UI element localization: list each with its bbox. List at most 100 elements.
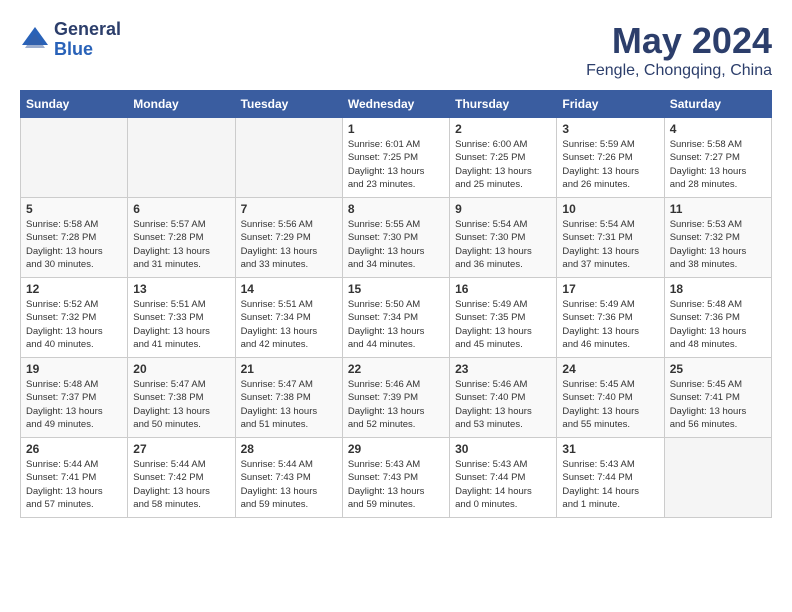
day-number: 18 [670,282,766,296]
day-number: 2 [455,122,551,136]
day-info: Sunrise: 5:58 AM Sunset: 7:27 PM Dayligh… [670,138,766,191]
day-info: Sunrise: 5:49 AM Sunset: 7:36 PM Dayligh… [562,298,658,351]
day-number: 4 [670,122,766,136]
calendar-week-row: 1 Sunrise: 6:01 AM Sunset: 7:25 PM Daylig… [21,118,772,198]
day-number: 16 [455,282,551,296]
day-info: Sunrise: 5:55 AM Sunset: 7:30 PM Dayligh… [348,218,444,271]
day-info: Sunrise: 5:43 AM Sunset: 7:44 PM Dayligh… [455,458,551,511]
day-number: 12 [26,282,122,296]
day-info: Sunrise: 5:51 AM Sunset: 7:33 PM Dayligh… [133,298,229,351]
day-number: 17 [562,282,658,296]
calendar-day-cell: 9 Sunrise: 5:54 AM Sunset: 7:30 PM Daylig… [450,198,557,278]
day-info: Sunrise: 5:44 AM Sunset: 7:41 PM Dayligh… [26,458,122,511]
calendar-day-cell: 6 Sunrise: 5:57 AM Sunset: 7:28 PM Daylig… [128,198,235,278]
calendar-day-cell: 3 Sunrise: 5:59 AM Sunset: 7:26 PM Daylig… [557,118,664,198]
calendar-day-cell: 21Sunrise: 5:47 AM Sunset: 7:38 PM Dayli… [235,358,342,438]
day-number: 24 [562,362,658,376]
page-header: General Blue May 2024 Fengle, Chongqing,… [20,20,772,80]
day-number: 23 [455,362,551,376]
calendar-day-cell: 17 Sunrise: 5:49 AM Sunset: 7:36 PM Dayli… [557,278,664,358]
calendar-week-row: 5 Sunrise: 5:58 AM Sunset: 7:28 PM Daylig… [21,198,772,278]
day-number: 1 [348,122,444,136]
calendar-day-cell [21,118,128,198]
day-number: 26 [26,442,122,456]
calendar-day-cell [664,438,771,518]
day-number: 19 [26,362,122,376]
day-number: 6 [133,202,229,216]
day-info: Sunrise: 5:57 AM Sunset: 7:28 PM Dayligh… [133,218,229,271]
day-number: 5 [26,202,122,216]
day-number: 14 [241,282,337,296]
calendar-day-cell [235,118,342,198]
weekday-header-row: SundayMondayTuesdayWednesdayThursdayFrid… [21,91,772,118]
day-info: Sunrise: 5:48 AM Sunset: 7:37 PM Dayligh… [26,378,122,431]
logo-text: General Blue [54,20,121,60]
calendar-day-cell: 25Sunrise: 5:45 AM Sunset: 7:41 PM Dayli… [664,358,771,438]
weekday-header-cell: Wednesday [342,91,449,118]
calendar-day-cell: 22 Sunrise: 5:46 AM Sunset: 7:39 PM Dayli… [342,358,449,438]
day-number: 8 [348,202,444,216]
calendar-body: 1 Sunrise: 6:01 AM Sunset: 7:25 PM Daylig… [21,118,772,518]
logo-icon [20,25,50,55]
month-title: May 2024 [586,20,772,62]
calendar-table: SundayMondayTuesdayWednesdayThursdayFrid… [20,90,772,518]
weekday-header-cell: Tuesday [235,91,342,118]
calendar-day-cell: 20Sunrise: 5:47 AM Sunset: 7:38 PM Dayli… [128,358,235,438]
day-number: 28 [241,442,337,456]
day-info: Sunrise: 5:53 AM Sunset: 7:32 PM Dayligh… [670,218,766,271]
calendar-day-cell: 1 Sunrise: 6:01 AM Sunset: 7:25 PM Daylig… [342,118,449,198]
logo-line2: Blue [54,40,121,60]
calendar-day-cell: 26 Sunrise: 5:44 AM Sunset: 7:41 PM Dayli… [21,438,128,518]
day-info: Sunrise: 5:45 AM Sunset: 7:40 PM Dayligh… [562,378,658,431]
calendar-day-cell: 31Sunrise: 5:43 AM Sunset: 7:44 PM Dayli… [557,438,664,518]
weekday-header-cell: Monday [128,91,235,118]
calendar-day-cell: 24 Sunrise: 5:45 AM Sunset: 7:40 PM Dayli… [557,358,664,438]
day-number: 9 [455,202,551,216]
day-info: Sunrise: 5:51 AM Sunset: 7:34 PM Dayligh… [241,298,337,351]
logo: General Blue [20,20,121,60]
day-info: Sunrise: 6:00 AM Sunset: 7:25 PM Dayligh… [455,138,551,191]
calendar-day-cell: 8 Sunrise: 5:55 AM Sunset: 7:30 PM Daylig… [342,198,449,278]
day-info: Sunrise: 5:50 AM Sunset: 7:34 PM Dayligh… [348,298,444,351]
day-info: Sunrise: 5:48 AM Sunset: 7:36 PM Dayligh… [670,298,766,351]
day-info: Sunrise: 5:59 AM Sunset: 7:26 PM Dayligh… [562,138,658,191]
calendar-day-cell: 2 Sunrise: 6:00 AM Sunset: 7:25 PM Daylig… [450,118,557,198]
day-number: 21 [241,362,337,376]
day-info: Sunrise: 5:58 AM Sunset: 7:28 PM Dayligh… [26,218,122,271]
calendar-day-cell: 10Sunrise: 5:54 AM Sunset: 7:31 PM Dayli… [557,198,664,278]
calendar-day-cell: 5 Sunrise: 5:58 AM Sunset: 7:28 PM Daylig… [21,198,128,278]
day-info: Sunrise: 5:44 AM Sunset: 7:42 PM Dayligh… [133,458,229,511]
day-info: Sunrise: 5:46 AM Sunset: 7:40 PM Dayligh… [455,378,551,431]
day-info: Sunrise: 5:47 AM Sunset: 7:38 PM Dayligh… [133,378,229,431]
calendar-week-row: 19 Sunrise: 5:48 AM Sunset: 7:37 PM Dayli… [21,358,772,438]
day-number: 31 [562,442,658,456]
day-number: 29 [348,442,444,456]
day-number: 27 [133,442,229,456]
calendar-day-cell: 19 Sunrise: 5:48 AM Sunset: 7:37 PM Dayli… [21,358,128,438]
day-info: Sunrise: 5:54 AM Sunset: 7:30 PM Dayligh… [455,218,551,271]
calendar-week-row: 12Sunrise: 5:52 AM Sunset: 7:32 PM Dayli… [21,278,772,358]
day-number: 30 [455,442,551,456]
calendar-day-cell: 14 Sunrise: 5:51 AM Sunset: 7:34 PM Dayli… [235,278,342,358]
calendar-day-cell: 7Sunrise: 5:56 AM Sunset: 7:29 PM Daylig… [235,198,342,278]
day-info: Sunrise: 6:01 AM Sunset: 7:25 PM Dayligh… [348,138,444,191]
weekday-header-cell: Saturday [664,91,771,118]
day-number: 3 [562,122,658,136]
calendar-day-cell: 12Sunrise: 5:52 AM Sunset: 7:32 PM Dayli… [21,278,128,358]
day-number: 11 [670,202,766,216]
calendar-day-cell: 4 Sunrise: 5:58 AM Sunset: 7:27 PM Daylig… [664,118,771,198]
title-block: May 2024 Fengle, Chongqing, China [586,20,772,80]
weekday-header-cell: Sunday [21,91,128,118]
day-info: Sunrise: 5:44 AM Sunset: 7:43 PM Dayligh… [241,458,337,511]
weekday-header-cell: Thursday [450,91,557,118]
calendar-week-row: 26 Sunrise: 5:44 AM Sunset: 7:41 PM Dayli… [21,438,772,518]
calendar-day-cell [128,118,235,198]
calendar-day-cell: 28 Sunrise: 5:44 AM Sunset: 7:43 PM Dayli… [235,438,342,518]
calendar-day-cell: 30 Sunrise: 5:43 AM Sunset: 7:44 PM Dayli… [450,438,557,518]
day-info: Sunrise: 5:46 AM Sunset: 7:39 PM Dayligh… [348,378,444,431]
calendar-day-cell: 11 Sunrise: 5:53 AM Sunset: 7:32 PM Dayli… [664,198,771,278]
day-info: Sunrise: 5:43 AM Sunset: 7:43 PM Dayligh… [348,458,444,511]
weekday-header-cell: Friday [557,91,664,118]
day-number: 22 [348,362,444,376]
day-info: Sunrise: 5:49 AM Sunset: 7:35 PM Dayligh… [455,298,551,351]
